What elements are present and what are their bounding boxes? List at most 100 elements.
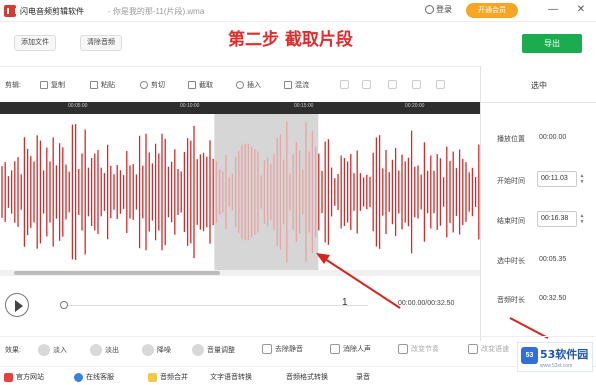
close-icon[interactable]: ✕ <box>574 3 588 17</box>
vip-button[interactable]: 开通会员 <box>466 3 518 18</box>
ruler-tick-label: 00:05:00 <box>68 103 88 109</box>
denoise-button[interactable]: 降噪 <box>142 344 171 356</box>
end-time-input[interactable]: 00:16.38 <box>537 211 577 227</box>
fit-icon[interactable] <box>436 80 445 89</box>
ruler-tick-label: 00:20:00 <box>405 103 425 109</box>
start-time-stepper-icon[interactable]: ▲ ▼ <box>579 173 585 185</box>
redo-icon[interactable] <box>362 80 371 89</box>
play-button[interactable] <box>5 293 29 317</box>
support-link[interactable]: 在线客服 <box>74 372 114 382</box>
trim-label: 截取 <box>199 82 213 89</box>
paste-label: 粘贴 <box>101 82 115 89</box>
fade-out-icon <box>90 344 102 356</box>
playback-knob[interactable] <box>60 301 68 309</box>
fade-out-button[interactable]: 淡出 <box>90 344 119 356</box>
copy-icon <box>40 81 48 89</box>
paste-icon <box>90 81 98 89</box>
audio-merge-label: 音频合并 <box>160 374 188 381</box>
panel-title: 选中 <box>531 81 547 90</box>
insert-label: 插入 <box>247 82 261 89</box>
insert-button[interactable]: 插入 <box>236 80 261 90</box>
start-time-input[interactable]: 00:11.03 <box>537 171 577 187</box>
format-convert-label: 音频格式转换 <box>286 374 328 381</box>
remove-vocals-button[interactable]: 消除人声 <box>330 344 371 354</box>
volume-adjust-button[interactable]: 音量调整 <box>192 344 235 356</box>
scrollbar-thumb[interactable] <box>14 271 220 275</box>
page-number: 1 <box>342 297 348 308</box>
fade-in-label: 淡入 <box>53 347 67 354</box>
zoom-in-icon[interactable] <box>388 80 397 89</box>
play-position-value: 00:00.00 <box>539 134 567 141</box>
site-watermark: 53 53软件园 www.53xt.com <box>517 342 593 372</box>
change-tempo-button[interactable]: 改变节奏 <box>398 344 439 354</box>
watermark-url: www.53xt.com <box>540 363 573 369</box>
waveform-canvas[interactable] <box>0 114 480 270</box>
end-time-label: 结束时间 <box>497 218 525 225</box>
copy-label: 复制 <box>51 82 65 89</box>
divider <box>481 102 596 103</box>
user-icon <box>425 5 434 14</box>
effects-label: 效果: <box>5 347 21 354</box>
chat-icon <box>74 372 83 382</box>
record-label: 录音 <box>356 374 370 381</box>
tempo-icon <box>398 344 408 354</box>
mix-button[interactable]: 混流 <box>284 80 309 90</box>
time-ruler: 00:05:00 00:10:00 00:15:00 00:20:00 <box>0 102 480 114</box>
merge-icon <box>148 372 157 382</box>
scissors-icon <box>140 81 148 89</box>
selection-panel: 选中 播放位置 00:00.00 开始时间 00:11.03 ▲ ▼ 结束时间 0… <box>480 66 596 341</box>
watermark-badge: 53 <box>521 347 538 364</box>
fade-in-icon <box>38 344 50 356</box>
silence-icon <box>262 344 272 354</box>
minimize-icon[interactable]: — <box>546 3 560 17</box>
format-convert-link[interactable]: 音频格式转换 <box>286 372 328 382</box>
login-label: 登录 <box>436 5 452 14</box>
speed-icon <box>468 344 478 354</box>
fade-out-label: 淡出 <box>105 347 119 354</box>
cut-button[interactable]: 剪切 <box>140 80 165 90</box>
trim-button[interactable]: 截取 <box>188 80 213 90</box>
change-tempo-label: 改变节奏 <box>411 346 439 353</box>
clear-audio-button[interactable]: 清除音频 <box>80 35 122 51</box>
horizontal-scrollbar[interactable] <box>0 270 480 276</box>
text-to-speech-link[interactable]: 文字语音转换 <box>210 372 252 382</box>
cut-label: 剪切 <box>151 82 165 89</box>
remove-silence-button[interactable]: 去除静音 <box>262 344 303 354</box>
end-time-stepper-icon[interactable]: ▲ ▼ <box>579 213 585 225</box>
record-link[interactable]: 录音 <box>356 372 370 382</box>
website-link[interactable]: 官方网站 <box>4 372 44 382</box>
paste-button[interactable]: 粘贴 <box>90 80 115 90</box>
volume-icon <box>192 344 204 356</box>
copy-button[interactable]: 复制 <box>40 80 65 90</box>
player-bar: 1 00:00.00/00:32.50 <box>0 278 480 330</box>
zoom-out-icon[interactable] <box>412 80 421 89</box>
trim-icon <box>188 81 196 89</box>
mix-label: 混流 <box>295 82 309 89</box>
audio-length-label: 音频时长 <box>497 297 525 304</box>
remove-vocals-label: 消除人声 <box>343 346 371 353</box>
vocals-icon <box>330 344 340 354</box>
website-label: 官方网站 <box>16 374 44 381</box>
selection-duration-label: 选中时长 <box>497 258 525 265</box>
playback-track[interactable] <box>68 305 368 306</box>
fade-in-button[interactable]: 淡入 <box>38 344 67 356</box>
selection-duration-value: 00:05.35 <box>539 256 567 263</box>
ruler-tick-label: 00:15:00 <box>294 103 314 109</box>
edit-toolbar: 剪辑: 复制 粘贴 剪切 截取 插入 混流 <box>0 66 480 102</box>
denoise-label: 降噪 <box>157 347 171 354</box>
footer-bar: 官方网站 在线客服 音频合并 文字语音转换 音频格式转换 录音 <box>0 366 596 385</box>
audio-merge-link[interactable]: 音频合并 <box>148 372 188 382</box>
edit-label: 剪辑: <box>5 82 21 89</box>
text-to-speech-label: 文字语音转换 <box>210 374 252 381</box>
undo-icon[interactable] <box>340 80 349 89</box>
add-file-button[interactable]: 添加文件 <box>14 35 56 51</box>
mix-icon <box>284 81 292 89</box>
start-time-label: 开始时间 <box>497 178 525 185</box>
login-button[interactable]: 登录 <box>425 4 452 15</box>
effects-bar: 效果: 淡入 淡出 降噪 音量调整 去除静音 消除人声 改变节奏 改变语速 <box>0 336 596 360</box>
change-speed-label: 改变语速 <box>481 346 509 353</box>
time-display: 00:00.00/00:32.50 <box>398 300 455 307</box>
file-title: - 你是我的那-11(片段).wma <box>108 7 205 16</box>
export-button[interactable]: 导出 <box>522 34 582 53</box>
change-speed-button[interactable]: 改变语速 <box>468 344 509 354</box>
